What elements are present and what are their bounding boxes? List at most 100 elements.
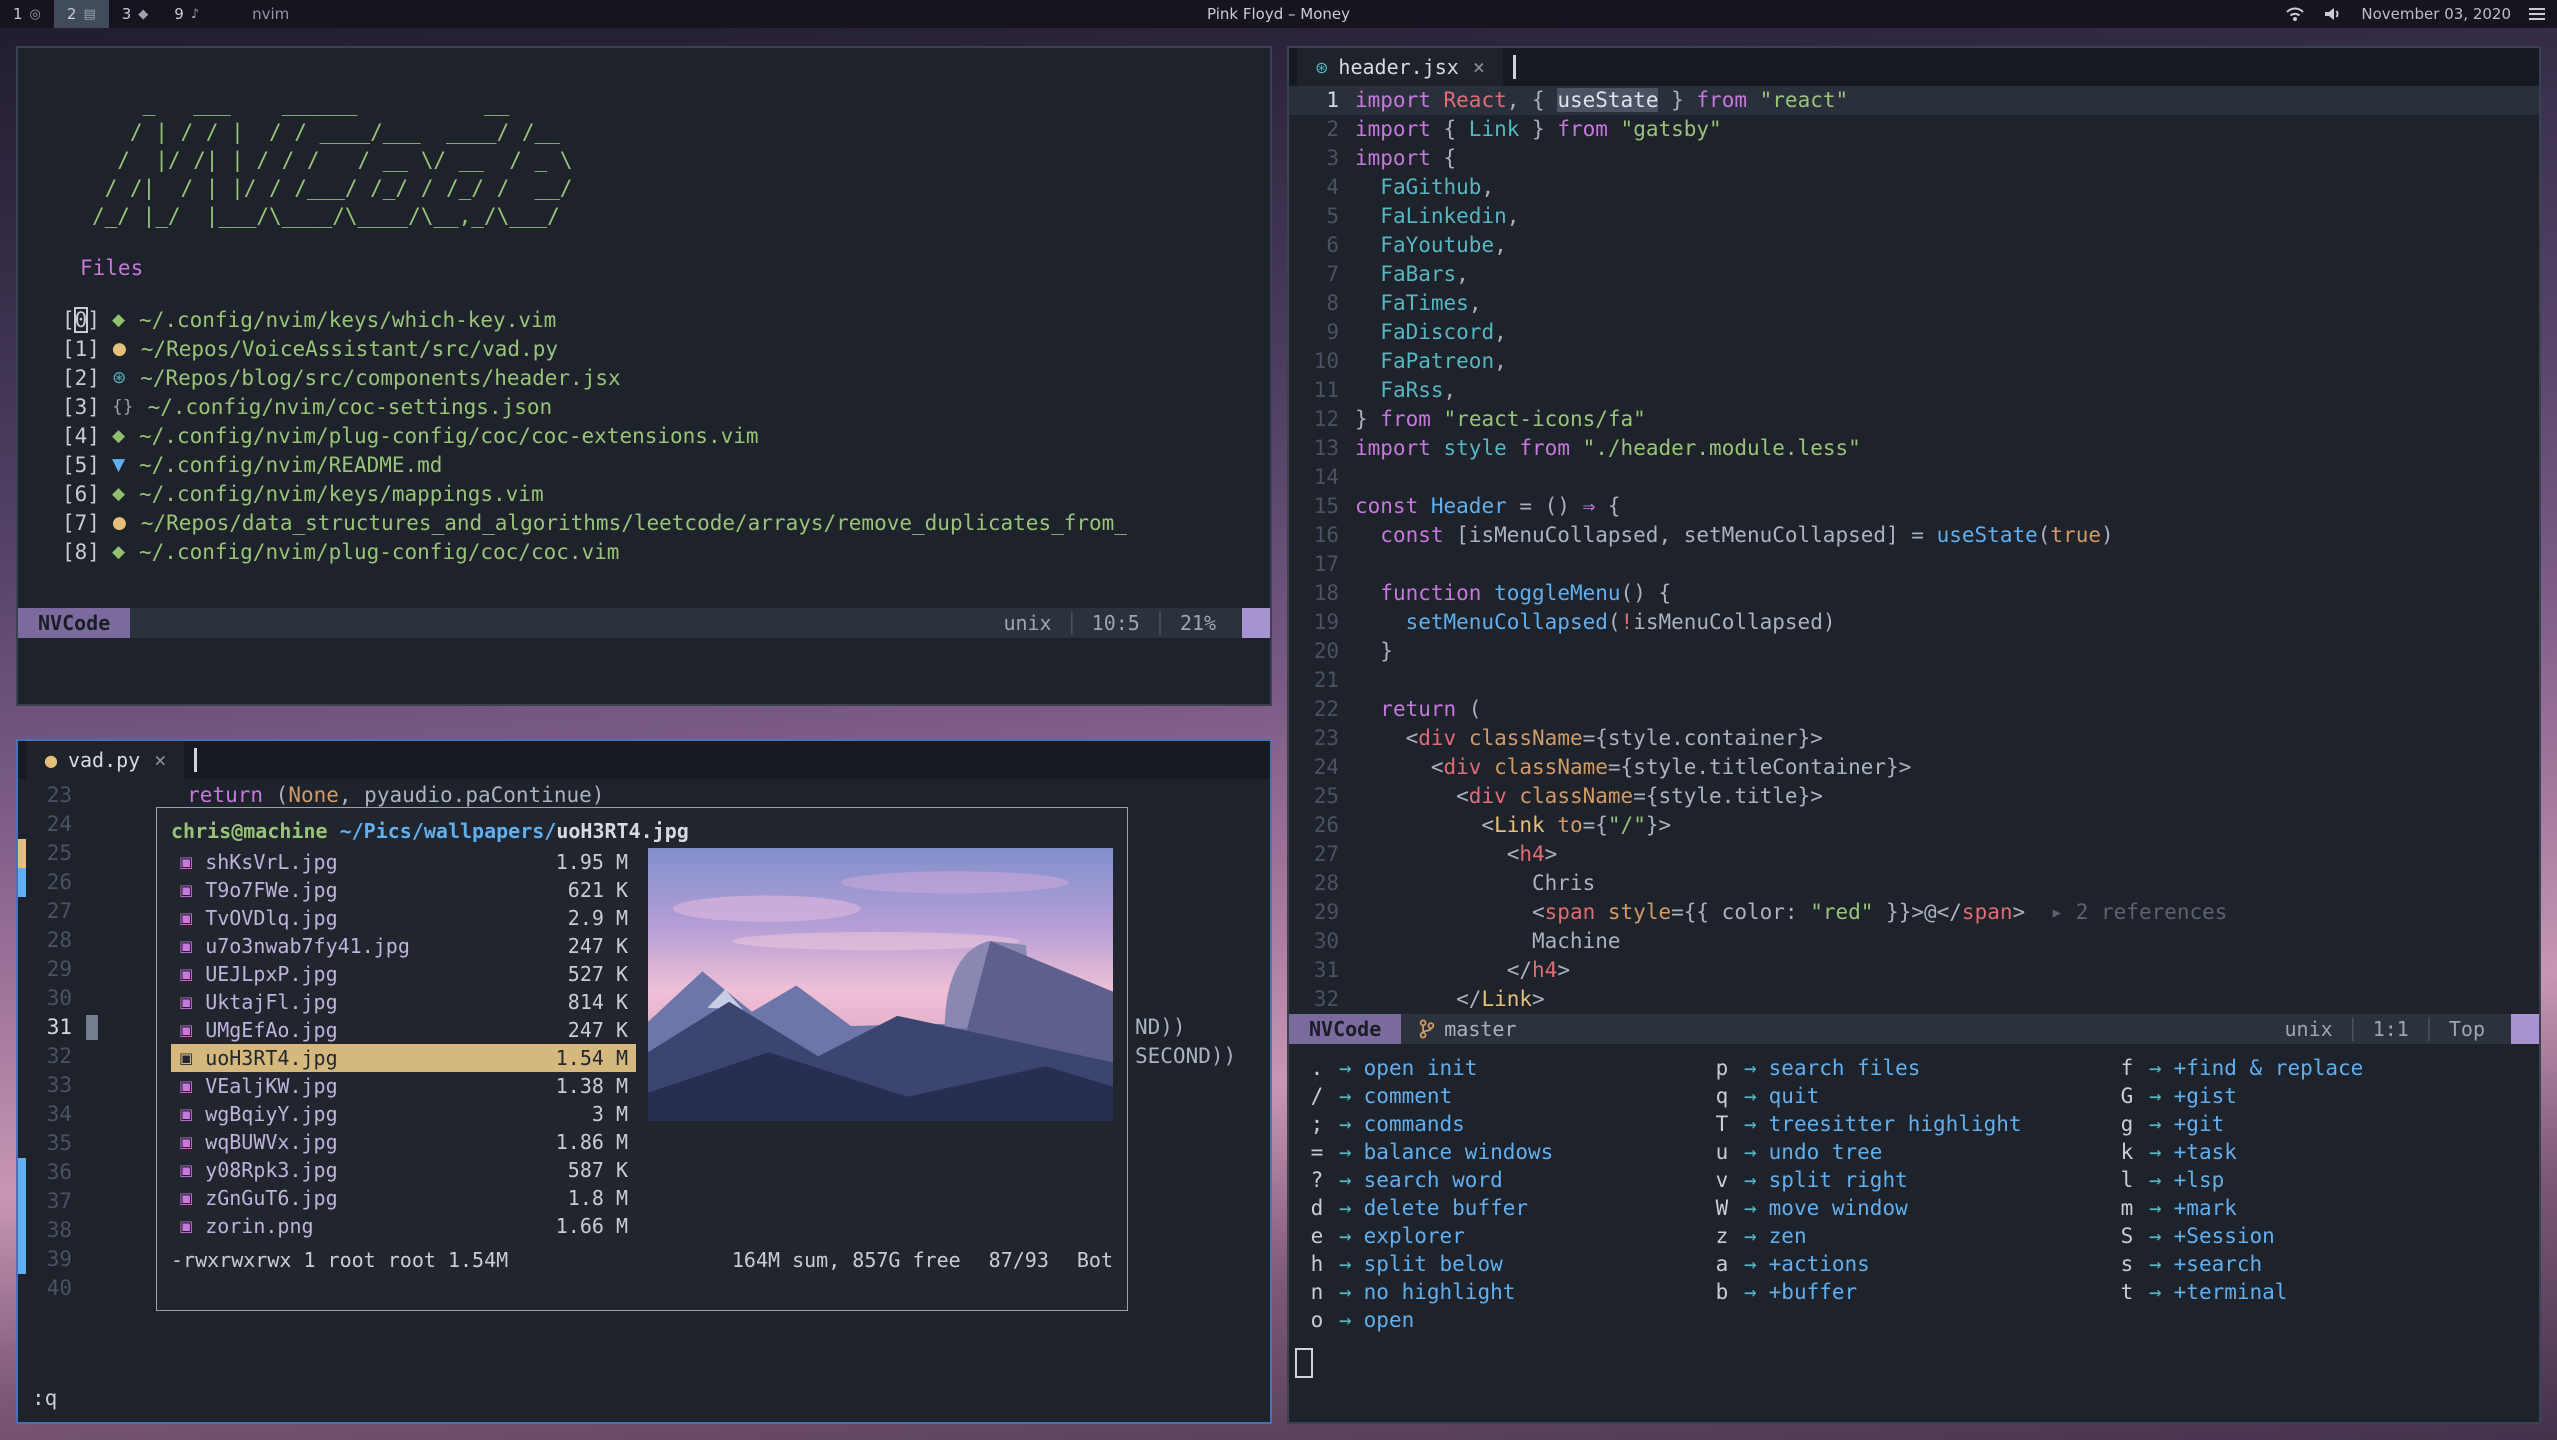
which-key-item-a[interactable]: a→+actions <box>1710 1250 2115 1278</box>
popup-file-wgBqiyY.jpg[interactable]: ▣wgBqiyY.jpg3 M <box>171 1100 636 1128</box>
which-key-item-W[interactable]: W→move window <box>1710 1194 2115 1222</box>
popup-file-UktajFl.jpg[interactable]: ▣UktajFl.jpg814 K <box>171 988 636 1016</box>
which-key-item-e[interactable]: e→explorer <box>1305 1222 1710 1250</box>
close-icon[interactable]: × <box>154 748 166 772</box>
which-key-item-v[interactable]: v→split right <box>1710 1166 2115 1194</box>
workspace-9[interactable]: 9♪ <box>161 0 212 28</box>
code-line-9: 9 FaDiscord, <box>1289 318 2539 347</box>
which-key-item-z[interactable]: z→zen <box>1710 1222 2115 1250</box>
popup-file-zGnGuT6.jpg[interactable]: ▣zGnGuT6.jpg1.8 M <box>171 1184 636 1212</box>
popup-file-VEaljKW.jpg[interactable]: ▣VEaljKW.jpg1.38 M <box>171 1072 636 1100</box>
workspace-number: 1 <box>13 5 23 23</box>
which-key-item-p[interactable]: p→search files <box>1710 1054 2115 1082</box>
file-name: UktajFl.jpg <box>205 988 568 1016</box>
key-hint: u <box>1710 1138 1734 1166</box>
line-number: 16 <box>1289 521 1355 550</box>
recent-file-3[interactable]: [3]{}~/.config/nvim/coc-settings.json <box>48 393 1270 422</box>
workspace-3[interactable]: 3◆ <box>109 0 162 28</box>
line-number: 29 <box>26 955 86 984</box>
code-line-21: 21 <box>1289 666 2539 695</box>
popup-file-list[interactable]: ▣shKsVrL.jpg1.95 M▣T9o7FWe.jpg621 K▣TvOV… <box>171 848 636 1240</box>
workspace-1[interactable]: 1◎ <box>0 0 54 28</box>
which-key-item-k[interactable]: k→+task <box>2115 1138 2520 1166</box>
menu-icon[interactable] <box>2529 8 2545 20</box>
line-number: 19 <box>1289 608 1355 637</box>
arrow-icon: → <box>2149 1250 2162 1278</box>
file-index: [6] <box>62 480 100 509</box>
popup-file-u7o3nwab7fy41.jpg[interactable]: ▣u7o3nwab7fy41.jpg247 K <box>171 932 636 960</box>
file-name: UEJLpxP.jpg <box>205 960 568 988</box>
which-key-item-h[interactable]: h→split below <box>1305 1250 1710 1278</box>
which-key-item-d[interactable]: d→delete buffer <box>1305 1194 1710 1222</box>
which-key-item-T[interactable]: T→treesitter highlight <box>1710 1110 2115 1138</box>
recent-file-1[interactable]: [1]●~/Repos/VoiceAssistant/src/vad.py <box>48 335 1270 364</box>
line-text: Chris <box>1355 869 1595 898</box>
recent-file-4[interactable]: [4]◆~/.config/nvim/plug-config/coc/coc-e… <box>48 422 1270 451</box>
recent-file-5[interactable]: [5]▼~/.config/nvim/README.md <box>48 451 1270 480</box>
popup-file-shKsVrL.jpg[interactable]: ▣shKsVrL.jpg1.95 M <box>171 848 636 876</box>
line-text: return (None, pyaudio.paContinue) <box>86 781 604 810</box>
popup-file-y08Rpk3.jpg[interactable]: ▣y08Rpk3.jpg587 K <box>171 1156 636 1184</box>
popup-file-TvOVDlq.jpg[interactable]: ▣TvOVDlq.jpg2.9 M <box>171 904 636 932</box>
jsx-code-area[interactable]: 1import React, { useState } from "react"… <box>1289 86 2539 1014</box>
command-line[interactable]: :q <box>32 1386 57 1410</box>
which-key-item-=[interactable]: =→balance windows <box>1305 1138 1710 1166</box>
line-text: <div className={style.title}> <box>1355 782 1823 811</box>
which-key-item-b[interactable]: b→+buffer <box>1710 1278 2115 1306</box>
file-index: [5] <box>62 451 100 480</box>
line-number: 12 <box>1289 405 1355 434</box>
popup-file-wqBUWVx.jpg[interactable]: ▣wqBUWVx.jpg1.86 M <box>171 1128 636 1156</box>
image-file-icon: ▣ <box>179 1100 193 1128</box>
key-hint: b <box>1710 1278 1734 1306</box>
image-file-icon: ▣ <box>179 848 193 876</box>
which-key-item-q[interactable]: q→quit <box>1710 1082 2115 1110</box>
which-key-item-u[interactable]: u→undo tree <box>1710 1138 2115 1166</box>
which-key-item-m[interactable]: m→+mark <box>2115 1194 2520 1222</box>
recent-file-8[interactable]: [8]◆~/.config/nvim/plug-config/coc/coc.v… <box>48 538 1270 567</box>
gutter-sign <box>18 810 26 839</box>
which-key-item-l[interactable]: l→+lsp <box>2115 1166 2520 1194</box>
which-key-item-t[interactable]: t→+terminal <box>2115 1278 2520 1306</box>
code-line-24: 24 <div className={style.titleContainer}… <box>1289 753 2539 782</box>
recent-file-0[interactable]: [0]◆~/.config/nvim/keys/which-key.vim <box>48 306 1270 335</box>
popup-file-UEJLpxP.jpg[interactable]: ▣UEJLpxP.jpg527 K <box>171 960 636 988</box>
recent-files-list[interactable]: [0]◆~/.config/nvim/keys/which-key.vim[1]… <box>48 306 1270 567</box>
key-hint: m <box>2115 1194 2139 1222</box>
music-icon: ♪ <box>191 7 199 22</box>
which-key-item-.[interactable]: .→open init <box>1305 1054 1710 1082</box>
recent-file-6[interactable]: [6]◆~/.config/nvim/keys/mappings.vim <box>48 480 1270 509</box>
which-key-item-f[interactable]: f→+find & replace <box>2115 1054 2520 1082</box>
which-key-item-g[interactable]: g→+git <box>2115 1110 2520 1138</box>
which-key-item-?[interactable]: ?→search word <box>1305 1166 1710 1194</box>
binding-label: +find & replace <box>2174 1054 2364 1082</box>
line-number: 26 <box>1289 811 1355 840</box>
workspace-2[interactable]: 2▤ <box>54 0 109 28</box>
tab-vad-py[interactable]: ● vad.py × <box>26 741 184 779</box>
recent-file-7[interactable]: [7]●~/Repos/data_structures_and_algorith… <box>48 509 1270 538</box>
react-icon: ⊛ <box>1315 58 1328 77</box>
cursor-position: 10:5 <box>1078 611 1154 635</box>
which-key-item-;[interactable]: ;→commands <box>1305 1110 1710 1138</box>
tab-header-jsx[interactable]: ⊛ header.jsx × <box>1297 48 1503 86</box>
popup-file-UMgEfAo.jpg[interactable]: ▣UMgEfAo.jpg247 K <box>171 1016 636 1044</box>
close-icon[interactable]: × <box>1473 55 1485 79</box>
which-key-item-o[interactable]: o→open <box>1305 1306 1710 1334</box>
popup-body: ▣shKsVrL.jpg1.95 M▣T9o7FWe.jpg621 K▣TvOV… <box>171 848 1113 1240</box>
which-key-item-n[interactable]: n→no highlight <box>1305 1278 1710 1306</box>
which-key-item-s[interactable]: s→+search <box>2115 1250 2520 1278</box>
tabline-jsx: ⊛ header.jsx × <box>1289 48 2539 86</box>
binding-label: search word <box>1364 1166 1503 1194</box>
binding-label: comment <box>1364 1082 1453 1110</box>
which-key-item-S[interactable]: S→+Session <box>2115 1222 2520 1250</box>
which-key-menu: .→open init/→comment;→commands=→balance … <box>1289 1044 2539 1334</box>
line-number: 22 <box>1289 695 1355 724</box>
popup-file-T9o7FWe.jpg[interactable]: ▣T9o7FWe.jpg621 K <box>171 876 636 904</box>
which-key-item-/[interactable]: /→comment <box>1305 1082 1710 1110</box>
image-file-icon: ▣ <box>179 1128 193 1156</box>
popup-file-uoH3RT4.jpg[interactable]: ▣uoH3RT4.jpg1.54 M <box>171 1044 636 1072</box>
binding-label: +Session <box>2174 1222 2275 1250</box>
popup-file-zorin.png[interactable]: ▣zorin.png1.66 M <box>171 1212 636 1240</box>
tab-label: header.jsx <box>1338 55 1458 79</box>
recent-file-2[interactable]: [2]⊛~/Repos/blog/src/components/header.j… <box>48 364 1270 393</box>
which-key-item-G[interactable]: G→+gist <box>2115 1082 2520 1110</box>
